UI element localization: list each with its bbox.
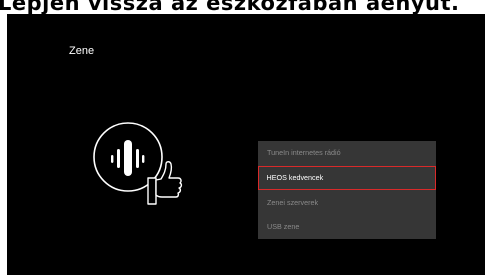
- menu-item-usb-music[interactable]: USB zene: [258, 215, 436, 239]
- banner-text: Lépjen vissza az eszközfában aenyüt.: [0, 0, 460, 14]
- menu-item-heos-favorites[interactable]: HEOS kedvencek: [258, 166, 436, 190]
- menu-item-music-servers[interactable]: Zenei szerverek: [258, 191, 436, 215]
- page-title: Zene: [69, 45, 95, 57]
- source-menu: TuneIn internetes rádió HEOS kedvencek Z…: [258, 141, 436, 239]
- top-banner: Lépjen vissza az eszközfában aenyüt.: [0, 0, 485, 14]
- menu-item-tunein[interactable]: TuneIn internetes rádió: [258, 141, 436, 165]
- heos-hand-icon: [93, 122, 183, 205]
- tv-screen: Zene TuneIn internetes rádió HEOS kedven…: [7, 14, 485, 275]
